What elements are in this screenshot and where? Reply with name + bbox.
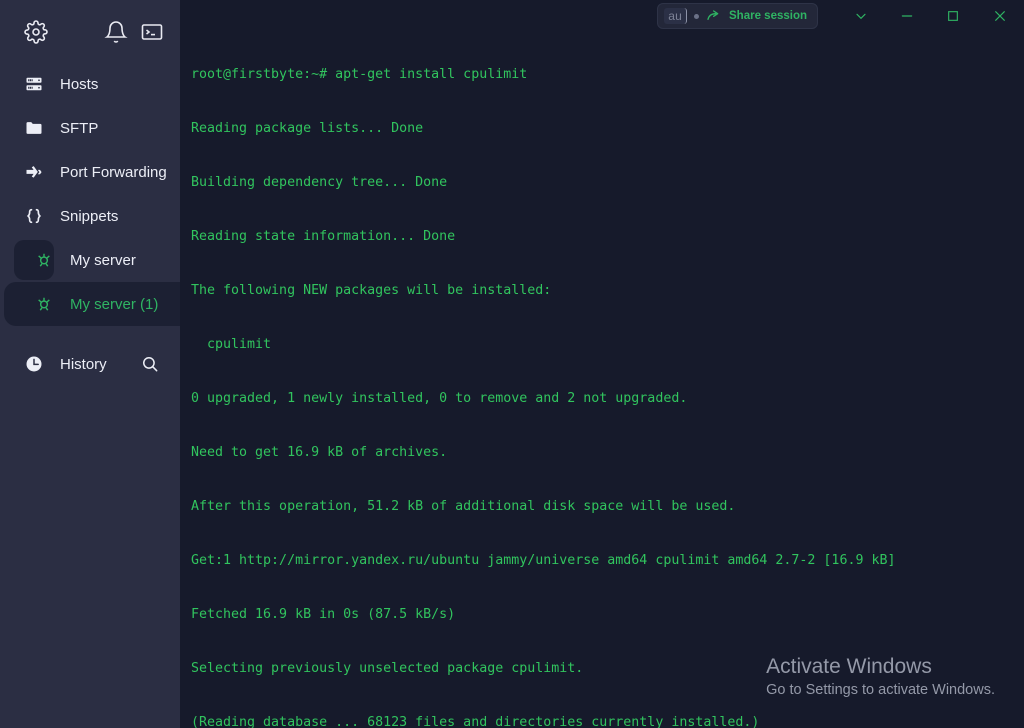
- sidebar-toolbar: [0, 0, 180, 46]
- gear-icon[interactable]: [24, 20, 48, 44]
- clock-icon: [24, 354, 44, 374]
- terminal-line: Need to get 16.9 kB of archives.: [191, 445, 448, 460]
- terminal-line: After this operation, 51.2 kB of additio…: [191, 499, 736, 514]
- watermark-subtitle: Go to Settings to activate Windows.: [766, 682, 995, 698]
- share-session-dot: [694, 13, 700, 19]
- app-window: Hosts SFTP Port Forwarding Snippets My s…: [0, 0, 1024, 728]
- bell-icon[interactable]: [104, 20, 128, 44]
- sidebar-item-label: History: [60, 355, 107, 373]
- sidebar-item-history[interactable]: History: [0, 342, 180, 386]
- sidebar-item-sftp[interactable]: SFTP: [0, 106, 180, 150]
- terminal-line: The following NEW packages will be insta…: [191, 283, 552, 298]
- sidebar-item-hosts[interactable]: Hosts: [0, 62, 180, 106]
- sidebar-item-label: My server (1): [70, 295, 159, 313]
- terminal-line: Building dependency tree... Done: [191, 175, 448, 190]
- braces-icon: [24, 206, 44, 226]
- sidebar-item-label: My server: [70, 251, 136, 269]
- server-rack-icon: [24, 74, 44, 94]
- terminal-line: 0 upgraded, 1 newly installed, 0 to remo…: [191, 391, 688, 406]
- share-session-label: Share session: [729, 10, 807, 22]
- sidebar-nav: Hosts SFTP Port Forwarding Snippets My s…: [0, 62, 180, 386]
- session-icon: [34, 294, 54, 314]
- terminal-line: Reading package lists... Done: [191, 121, 424, 136]
- share-session-tag: au: [664, 8, 688, 24]
- sidebar-item-my-server-1[interactable]: My server (1): [0, 282, 180, 326]
- search-icon[interactable]: [140, 354, 160, 374]
- sidebar-item-my-server[interactable]: My server: [0, 238, 180, 282]
- sidebar-item-port-forwarding[interactable]: Port Forwarding: [0, 150, 180, 194]
- session-icon: [34, 250, 54, 270]
- terminal-line: Get:1 http://mirror.yandex.ru/ubuntu jam…: [191, 553, 896, 568]
- watermark-title: Activate Windows: [766, 655, 932, 678]
- terminal-line: (Reading database ... 68123 files and di…: [191, 715, 760, 728]
- activate-windows-watermark: Activate Windows Go to Settings to activ…: [766, 653, 995, 700]
- main-area: au Share session root@firstbyte:~# apt-g…: [180, 0, 1024, 728]
- sidebar-item-label: Hosts: [60, 75, 99, 93]
- sidebar-item-label: Snippets: [60, 207, 119, 225]
- terminal-output[interactable]: root@firstbyte:~# apt-get install cpulim…: [180, 24, 1024, 728]
- terminal-line: Reading state information... Done: [191, 229, 456, 244]
- terminal-line: Fetched 16.9 kB in 0s (87.5 kB/s): [191, 607, 456, 622]
- sidebar-item-label: SFTP: [60, 119, 99, 137]
- forward-arrow-icon: [24, 162, 44, 182]
- terminal-icon[interactable]: [140, 20, 164, 44]
- sidebar: Hosts SFTP Port Forwarding Snippets My s…: [0, 0, 180, 728]
- sidebar-item-label: Port Forwarding: [60, 163, 167, 181]
- sidebar-item-snippets[interactable]: Snippets: [0, 194, 180, 238]
- terminal-line: root@firstbyte:~# apt-get install cpulim…: [191, 67, 528, 82]
- share-arrow-icon: [706, 8, 722, 24]
- terminal-line: cpulimit: [191, 337, 272, 352]
- folder-icon: [24, 118, 44, 138]
